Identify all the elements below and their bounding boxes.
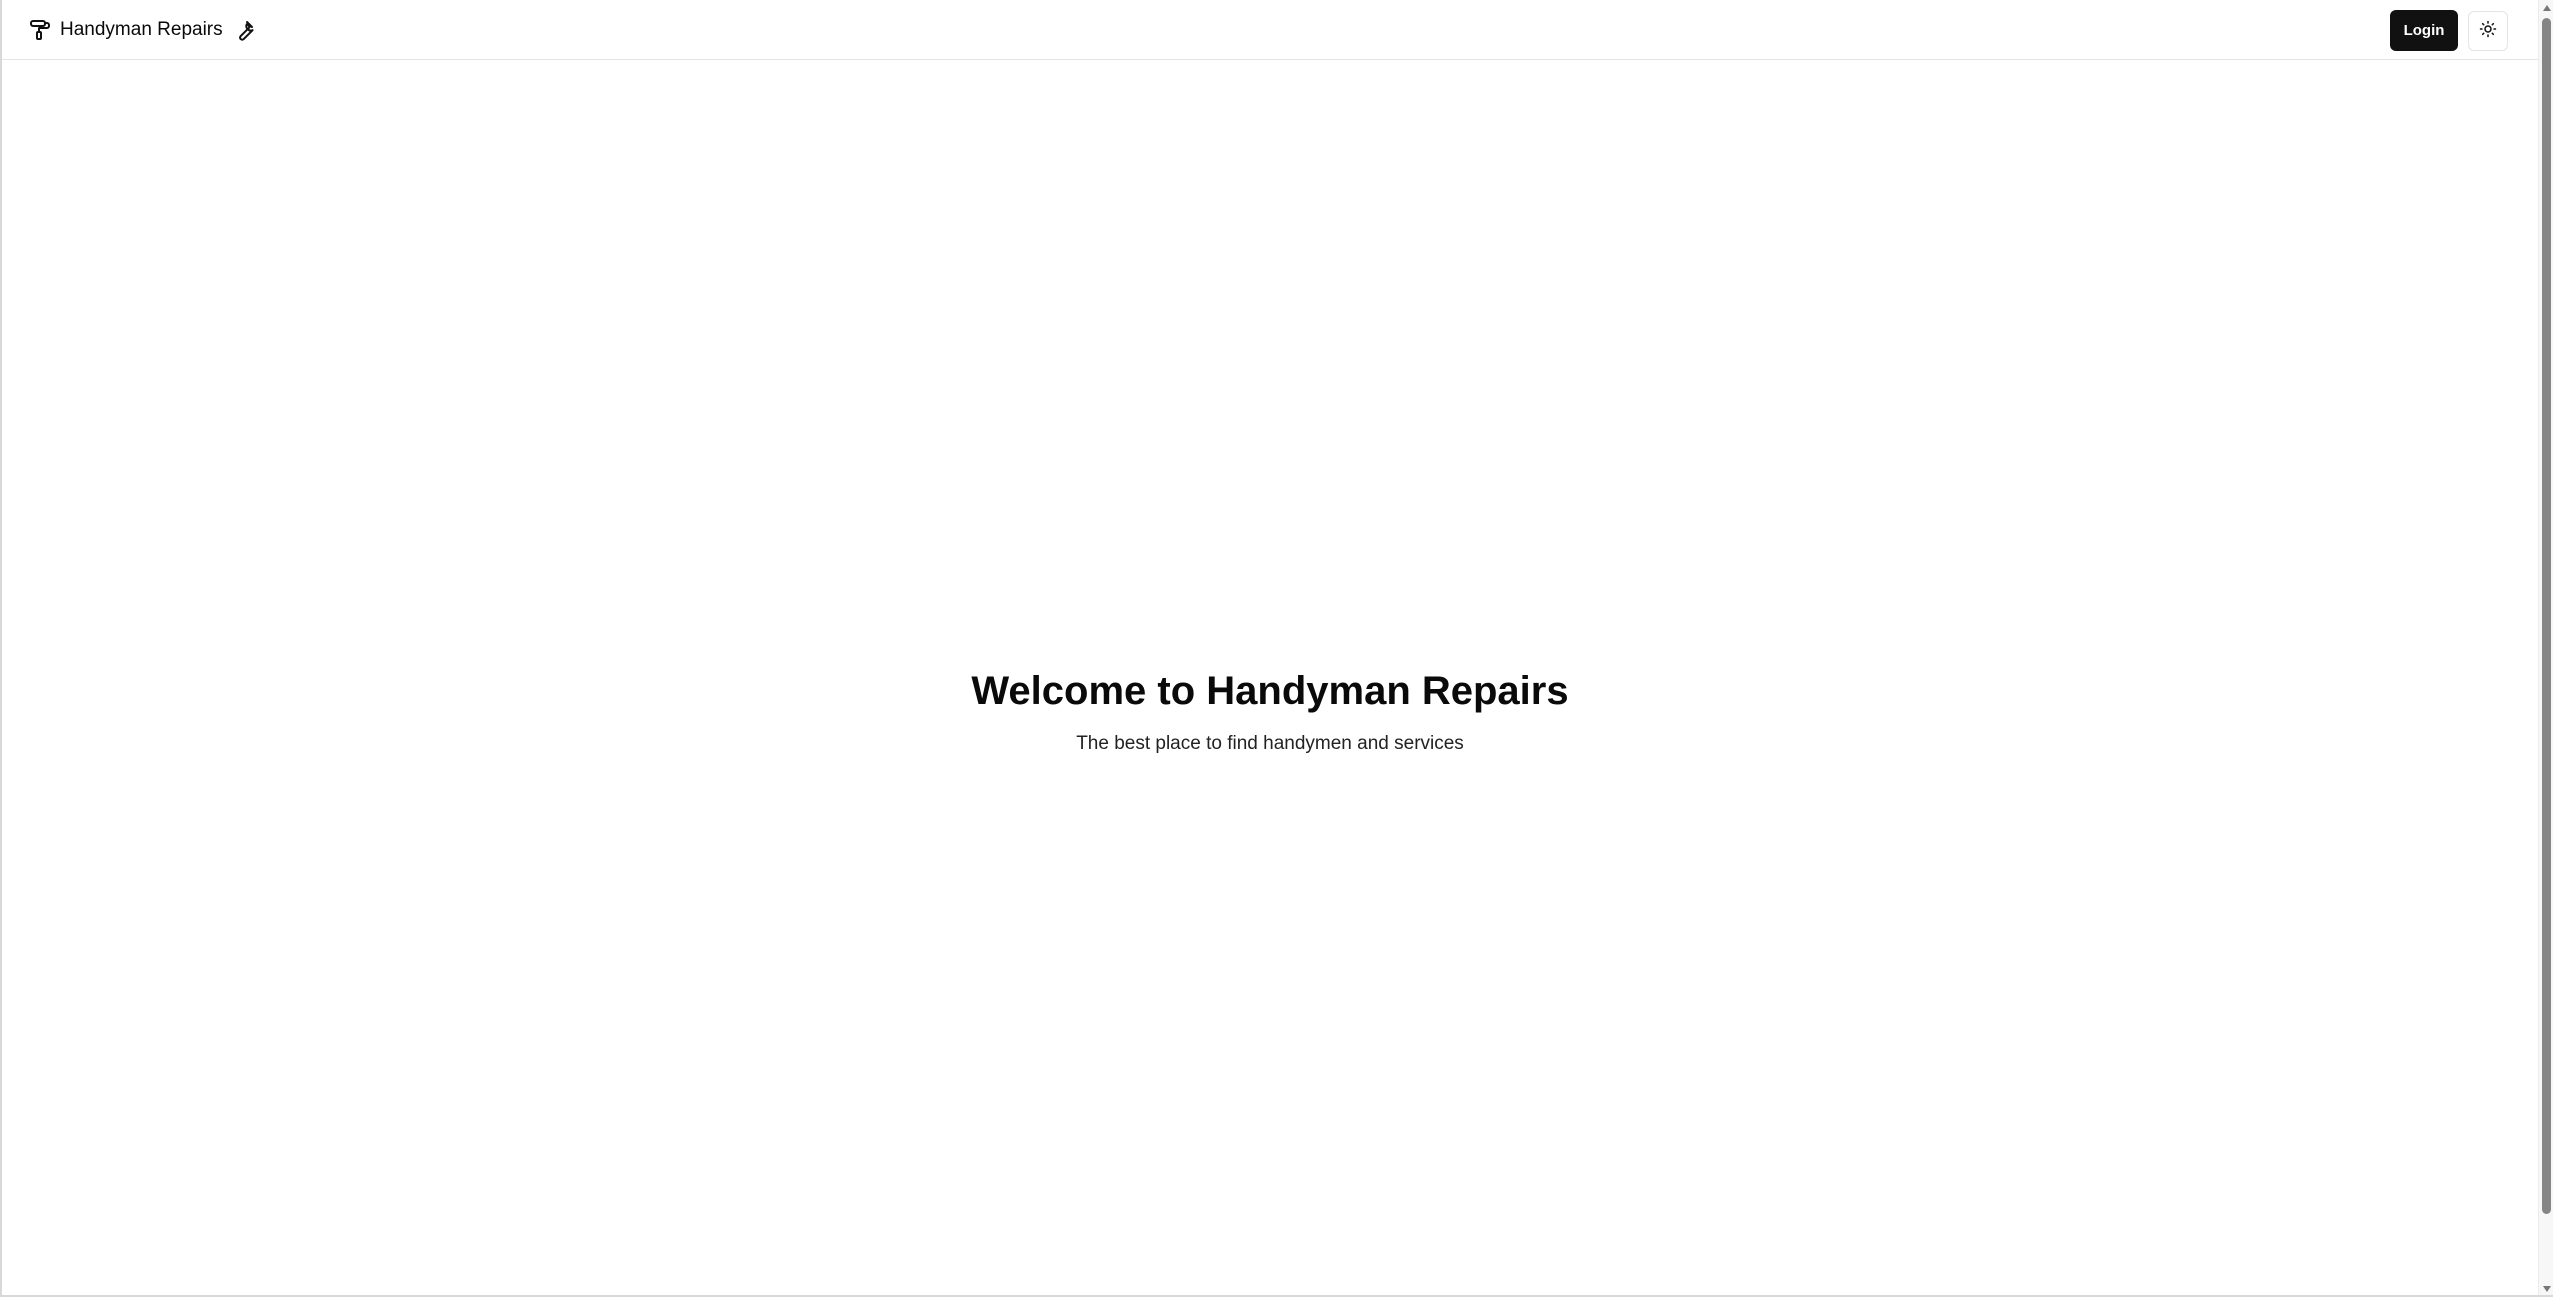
header-actions: Login	[2390, 10, 2508, 51]
paint-roller-icon	[26, 17, 52, 43]
scroll-up-icon[interactable]	[2543, 5, 2551, 11]
brand-name: Handyman Repairs	[60, 19, 223, 40]
wrench-icon	[231, 17, 257, 43]
brand-link[interactable]: Handyman Repairs	[26, 16, 257, 44]
scrollbar-thumb[interactable]	[2542, 18, 2551, 1214]
theme-toggle-button[interactable]	[2468, 10, 2508, 51]
sun-icon	[2479, 20, 2497, 41]
hero-subtitle: The best place to find handymen and serv…	[1076, 733, 1464, 754]
page: Handyman Repairs Login Welcome to Handym…	[0, 0, 2553, 1297]
login-button[interactable]: Login	[2390, 10, 2458, 51]
vertical-scrollbar[interactable]	[2538, 0, 2553, 1295]
hero-title: Welcome to Handyman Repairs	[971, 669, 1569, 713]
top-navigation: Handyman Repairs Login	[2, 0, 2538, 60]
hero-section: Welcome to Handyman Repairs The best pla…	[2, 668, 2538, 756]
scroll-down-icon[interactable]	[2543, 1286, 2551, 1292]
